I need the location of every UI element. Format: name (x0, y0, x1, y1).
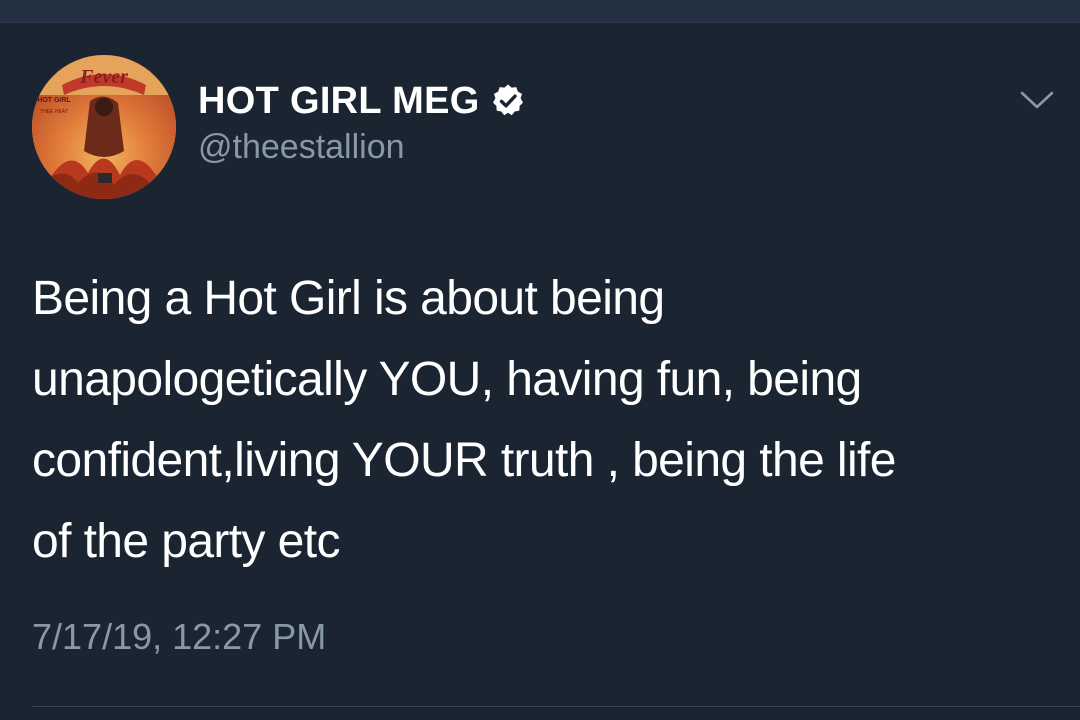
tweet-timestamp[interactable]: 7/17/19, 12:27 PM (32, 616, 326, 658)
top-bar (0, 0, 1080, 22)
avatar-side-text-1: HOT GIRL (37, 97, 71, 104)
avatar-title-text: Fever (79, 66, 128, 88)
display-name[interactable]: HOT GIRL MEG (198, 80, 480, 123)
user-name-row[interactable]: HOT GIRL MEG (198, 76, 526, 126)
tweet-text-line: of the party etc (32, 515, 341, 568)
tweet-text: Being a Hot Girl is about being unapolog… (32, 258, 1062, 582)
chevron-down-icon[interactable] (1018, 88, 1056, 112)
tweet-text-line: confident,living YOUR truth , being the … (32, 434, 896, 487)
tweet-screen: Fever HOT GIRL THEE HEAT HOT GIRL MEG @t… (0, 0, 1080, 720)
avatar-side-text-2: THEE HEAT (40, 109, 68, 115)
tweet-text-line: Being a Hot Girl is about being (32, 272, 665, 325)
tweet-text-line: unapologetically YOU, having fun, being (32, 353, 862, 406)
user-handle[interactable]: @theestallion (198, 128, 405, 167)
top-bar-divider (0, 22, 1080, 23)
avatar[interactable]: Fever HOT GIRL THEE HEAT (32, 55, 176, 199)
verified-badge-icon (492, 84, 523, 116)
divider (32, 706, 1080, 707)
avatar-artwork: Fever HOT GIRL THEE HEAT (32, 55, 176, 199)
